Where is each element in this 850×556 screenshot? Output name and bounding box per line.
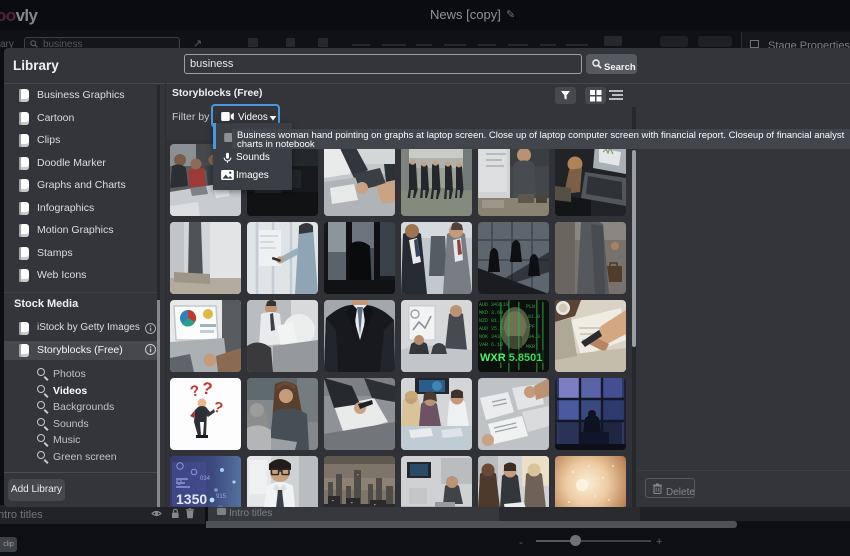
svg-text:PLN: PLN xyxy=(526,304,535,310)
svg-text:NZD 81.3: NZD 81.3 xyxy=(479,318,503,324)
svg-text:81.0: 81.0 xyxy=(528,314,540,320)
svg-text:AUD 343.10: AUD 343.10 xyxy=(479,302,509,308)
svg-text:915: 915 xyxy=(216,494,227,500)
svg-text:034: 034 xyxy=(200,476,211,482)
svg-text:NOK 343: NOK 343 xyxy=(479,334,500,340)
svg-text:1350: 1350 xyxy=(176,491,207,507)
svg-text:AUD 25.81: AUD 25.81 xyxy=(479,326,506,332)
svg-text:34.3: 34.3 xyxy=(528,334,540,340)
svg-text:WXR 5.8501: WXR 5.8501 xyxy=(480,352,542,364)
svg-text:MKD 3.60: MKD 3.60 xyxy=(479,310,503,316)
svg-text:MKR: MKR xyxy=(526,344,535,350)
svg-text:VAR 6.19: VAR 6.19 xyxy=(479,342,503,348)
svg-text:LPF: LPF xyxy=(526,324,535,330)
